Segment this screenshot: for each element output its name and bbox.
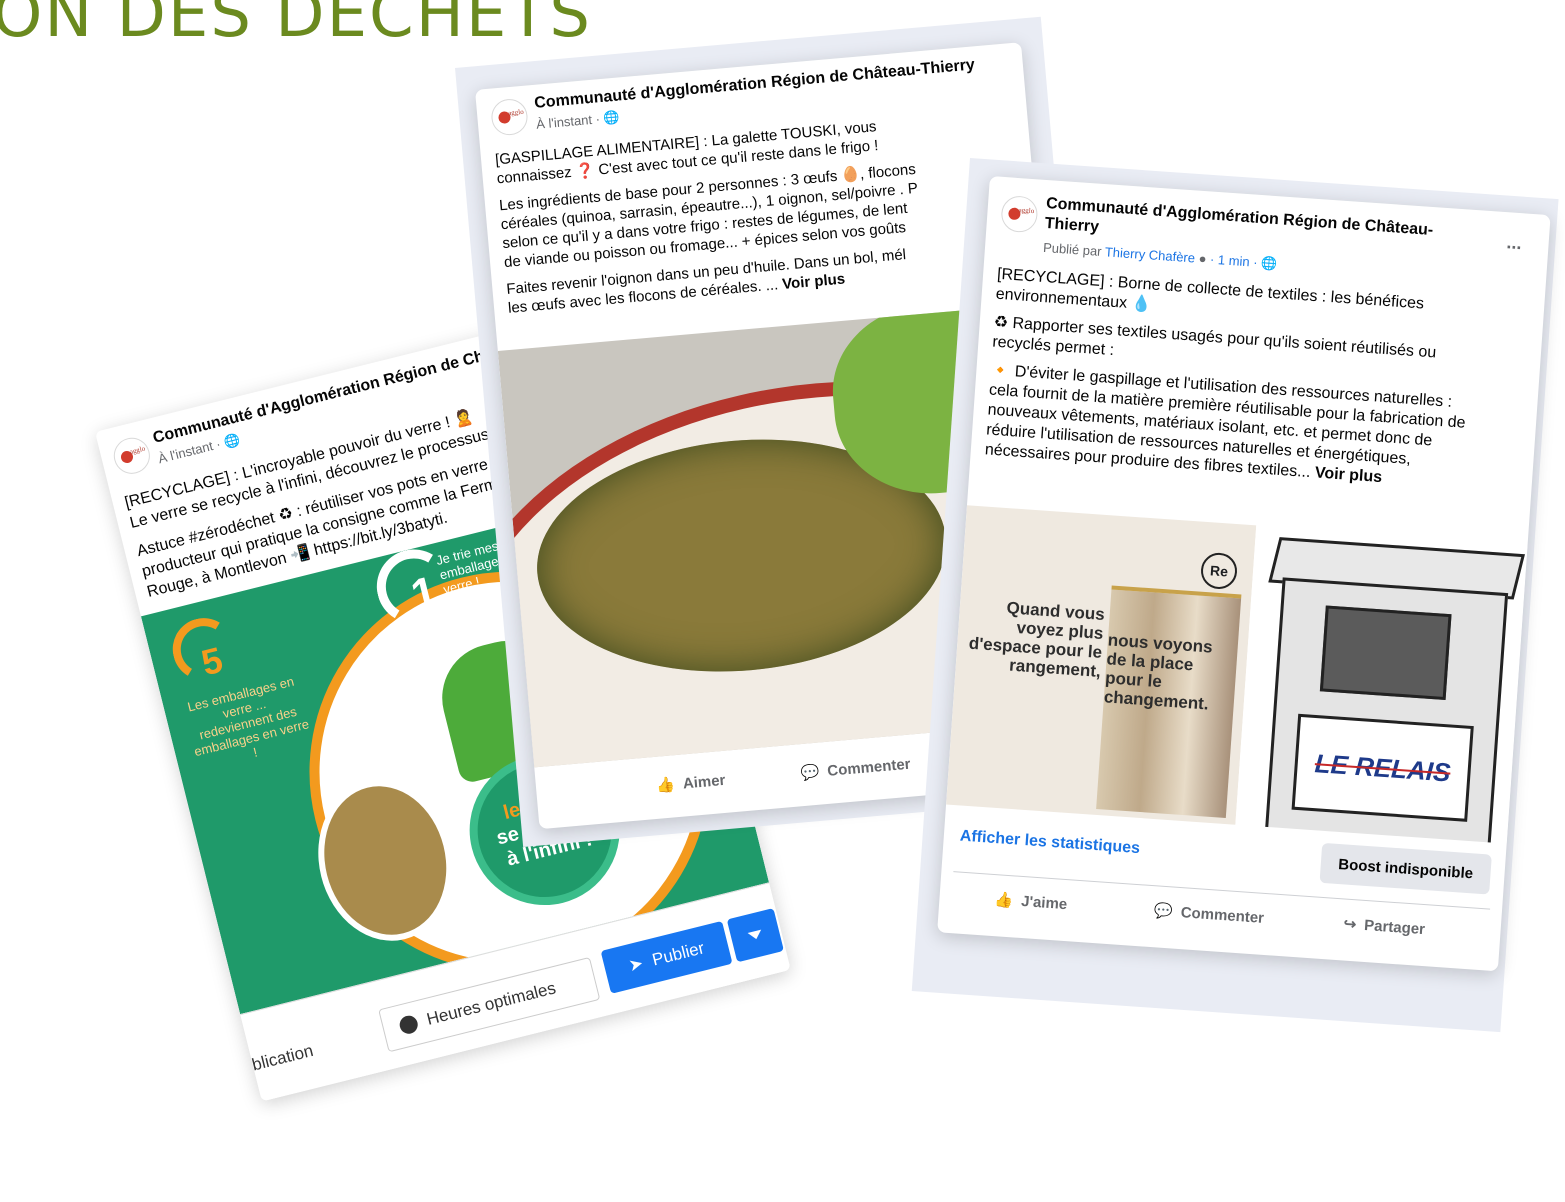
bin-slot xyxy=(1319,605,1452,701)
comment-icon: 💬 xyxy=(1153,902,1174,921)
clock-icon xyxy=(397,1013,420,1036)
relais-ad-image[interactable]: Quand vous voyez plus d'espace pour le r… xyxy=(946,505,1257,825)
ad-text-right: nous voyons de la place pour le changeme… xyxy=(1103,630,1214,714)
comment-icon: 💬 xyxy=(800,763,821,783)
globe-icon: 🌐 xyxy=(222,431,242,450)
relais-bin-image[interactable]: LE RELAIS xyxy=(1235,525,1528,844)
like-label: Aimer xyxy=(682,771,727,792)
stats-link[interactable]: Afficher les statistiques xyxy=(959,828,1140,859)
like-label: J'aime xyxy=(1020,892,1068,913)
publish-label: Publier xyxy=(650,938,707,970)
bin-label: LE RELAIS xyxy=(1291,713,1474,822)
comment-button[interactable]: 💬 Commenter xyxy=(800,755,912,783)
thumbs-up-icon: 👍 xyxy=(655,776,676,795)
step-5-text: Les emballages en verre ... redeviennent… xyxy=(185,673,311,760)
like-button[interactable]: 👍 J'aime xyxy=(994,890,1068,913)
optimal-hours-button[interactable]: Heures optimales xyxy=(378,956,601,1053)
comment-label: Commenter xyxy=(826,755,912,780)
publication-tab[interactable]: ublication xyxy=(241,1041,316,1078)
page-headline: ON DES DÉCHETS xyxy=(0,0,592,52)
thumbs-up-icon: 👍 xyxy=(993,891,1014,910)
page-avatar[interactable]: agglo xyxy=(1000,194,1039,234)
share-button[interactable]: ↪ Partager xyxy=(1343,915,1426,939)
globe-icon: 🌐 xyxy=(1260,255,1278,272)
page-avatar[interactable]: agglo xyxy=(489,97,529,137)
comment-label: Commenter xyxy=(1180,903,1265,927)
see-more-link[interactable]: Voir plus xyxy=(1314,464,1382,486)
share-label: Partager xyxy=(1363,916,1426,938)
globe-icon: 🌐 xyxy=(602,109,621,126)
bin-label-text: LE RELAIS xyxy=(1313,747,1452,788)
publish-dropdown-button[interactable] xyxy=(726,908,784,963)
like-button[interactable]: 👍 Aimer xyxy=(655,771,727,795)
share-icon: ↪ xyxy=(1343,915,1357,934)
more-options-icon[interactable]: ... xyxy=(1506,232,1522,254)
publish-button[interactable]: ➤ Publier xyxy=(600,920,733,994)
chevron-down-icon xyxy=(747,929,764,941)
re-logo: Re xyxy=(1199,551,1239,591)
post-time: À l'instant · 🌐 xyxy=(535,109,621,132)
send-icon: ➤ xyxy=(626,953,646,976)
ad-text-left: Quand vous voyez plus d'espace pour le r… xyxy=(968,598,1106,681)
optimal-hours-label: Heures optimales xyxy=(424,978,558,1029)
post-card-relais: agglo Communauté d'Agglomération Région … xyxy=(937,176,1551,972)
author-link[interactable]: Thierry Chafère xyxy=(1104,244,1195,265)
post-time[interactable]: · 1 min · xyxy=(1206,251,1262,270)
page-avatar[interactable]: agglo xyxy=(110,433,154,478)
comment-button[interactable]: 💬 Commenter xyxy=(1154,901,1265,927)
post-text: [RECYCLAGE] : Borne de collecte de texti… xyxy=(984,265,1550,500)
boost-button[interactable]: Boost indisponible xyxy=(1319,842,1492,895)
see-more-link[interactable]: Voir plus xyxy=(782,270,846,292)
